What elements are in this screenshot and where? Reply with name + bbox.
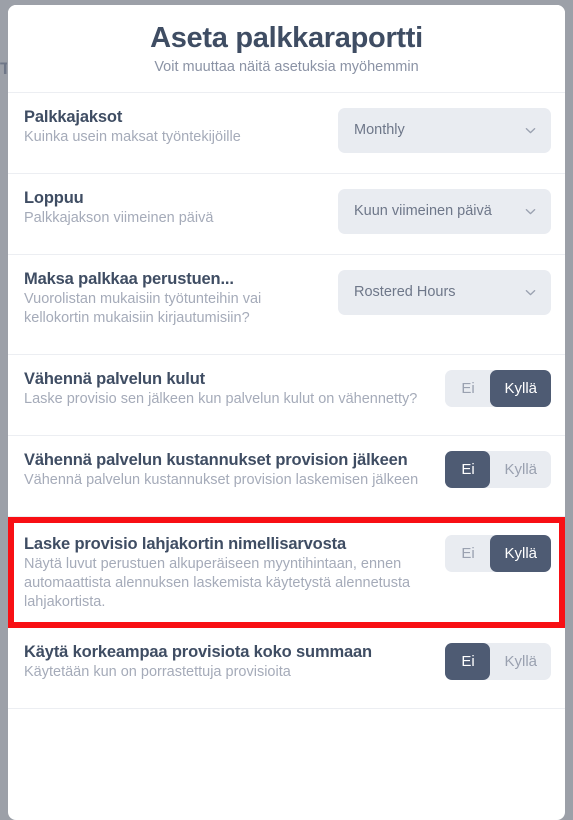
setting-row: Loppuu Palkkajakson viimeinen päivä Kuun v…	[8, 173, 565, 255]
row-description: Vuorolistan mukaisiin työtunteihin vai k…	[24, 290, 262, 326]
row-control: Kuun viimeinen päivä	[338, 187, 551, 234]
toggle-option-no[interactable]: Ei	[445, 370, 490, 407]
toggle-3: Ei Kyllä	[445, 369, 551, 407]
toggle-4: Ei Kyllä	[445, 450, 551, 488]
select-value: Monthly	[354, 122, 405, 139]
toggle-option-yes[interactable]: Kyllä	[490, 369, 551, 407]
row-description: Vähennä palvelun kustannukset provision …	[24, 471, 419, 488]
row-control: Rostered Hours	[338, 268, 551, 315]
row-description: Kuinka usein maksat työntekijöille	[24, 128, 241, 145]
page-subtitle: Voit muuttaa näitä asetuksia myöhemmin	[154, 59, 419, 76]
toggle-option-yes[interactable]: Kyllä	[490, 534, 551, 572]
row-text: Käytä korkeampaa provisiota koko summaan…	[24, 641, 445, 682]
row-label: Maksa palkkaa perustuen...	[24, 269, 234, 288]
row-text: Vähennä palvelun kulut Laske provisio sen…	[24, 368, 445, 409]
chevron-down-icon	[524, 124, 537, 137]
row-control: Ei Kyllä	[445, 641, 551, 680]
row-label: Käytä korkeampaa provisiota koko summaan	[24, 642, 372, 661]
select-1[interactable]: Kuun viimeinen päivä	[338, 188, 551, 234]
toggle-5: Ei Kyllä	[445, 534, 551, 572]
row-control: Ei Kyllä	[445, 533, 551, 572]
setting-row: Käytä korkeampaa provisiota koko summaan…	[8, 627, 565, 709]
settings-list: Palkkajaksot Kuinka usein maksat työnteki…	[8, 92, 565, 709]
setting-row: Vähennä palvelun kustannukset provision …	[8, 435, 565, 517]
row-label: Vähennä palvelun kulut	[24, 369, 205, 388]
select-2[interactable]: Rostered Hours	[338, 269, 551, 315]
row-label: Laske provisio lahjakortin nimellisarvos…	[24, 534, 346, 553]
chevron-down-icon	[524, 205, 537, 218]
chevron-down-icon	[524, 286, 537, 299]
row-label: Vähennä palvelun kustannukset provision …	[24, 450, 408, 469]
select-value: Kuun viimeinen päivä	[354, 203, 492, 220]
page-title: Aseta palkkaraportti	[150, 22, 423, 54]
row-description: Laske provisio sen jälkeen kun palvelun …	[24, 390, 418, 407]
row-control: Ei Kyllä	[445, 368, 551, 407]
row-text: Laske provisio lahjakortin nimellisarvos…	[24, 533, 445, 612]
select-value: Rostered Hours	[354, 284, 456, 301]
setting-row: Vähennä palvelun kulut Laske provisio sen…	[8, 354, 565, 436]
setting-row: Laske provisio lahjakortin nimellisarvos…	[8, 516, 565, 628]
row-text: Loppuu Palkkajakson viimeinen päivä	[24, 187, 338, 228]
select-0[interactable]: Monthly	[338, 107, 551, 153]
row-text: Maksa palkkaa perustuen... Vuorolistan mu…	[24, 268, 338, 328]
toggle-option-yes[interactable]: Kyllä	[490, 451, 551, 488]
setting-row: Maksa palkkaa perustuen... Vuorolistan mu…	[8, 254, 565, 355]
background-content-glyph: T	[0, 59, 7, 78]
row-text: Vähennä palvelun kustannukset provision …	[24, 449, 445, 490]
row-description: Käytetään kun on porrastettuja provisioi…	[24, 663, 291, 680]
row-control: Ei Kyllä	[445, 449, 551, 488]
setting-row: Palkkajaksot Kuinka usein maksat työnteki…	[8, 92, 565, 174]
toggle-option-no[interactable]: Ei	[445, 535, 490, 572]
row-control: Monthly	[338, 106, 551, 153]
row-label: Palkkajaksot	[24, 107, 123, 126]
row-text: Palkkajaksot Kuinka usein maksat työnteki…	[24, 106, 338, 147]
payroll-settings-modal: Aseta palkkaraportti Voit muuttaa näitä …	[8, 5, 565, 820]
row-description: Näytä luvut perustuen alkuperäiseen myyn…	[24, 555, 411, 610]
row-description: Palkkajakson viimeinen päivä	[24, 209, 214, 226]
row-label: Loppuu	[24, 188, 84, 207]
toggle-option-yes[interactable]: Kyllä	[490, 643, 551, 680]
modal-header: Aseta palkkaraportti Voit muuttaa näitä …	[8, 5, 565, 93]
toggle-option-no[interactable]: Ei	[445, 642, 491, 680]
toggle-option-no[interactable]: Ei	[445, 450, 491, 488]
toggle-6: Ei Kyllä	[445, 642, 551, 680]
